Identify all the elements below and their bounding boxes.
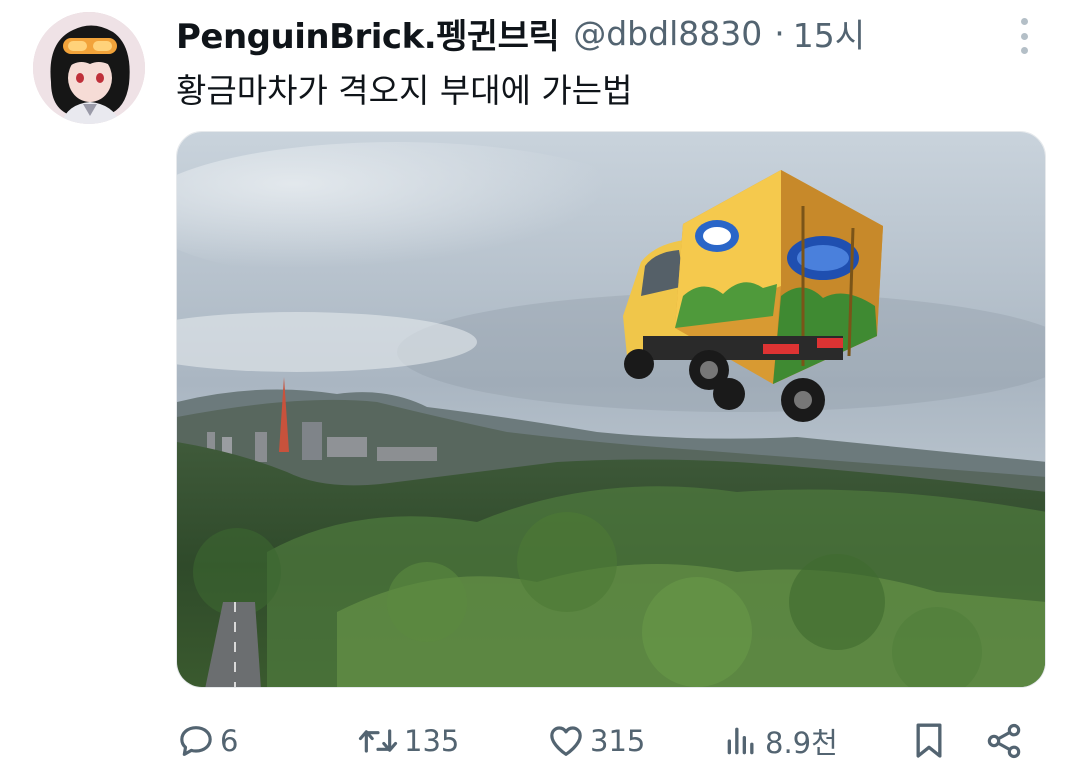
tweet-media-image[interactable] [176, 131, 1046, 688]
retweet-button[interactable]: 135 [356, 716, 459, 766]
bar-chart-icon [727, 727, 754, 755]
share-icon [987, 723, 1021, 759]
speech-bubble-icon [180, 726, 212, 756]
like-button[interactable]: 315 [546, 716, 645, 766]
bookmark-icon [916, 723, 942, 758]
vertical-dots-icon [1020, 18, 1028, 25]
views-button[interactable]: 8.9천 [721, 716, 838, 766]
tweet-header: PenguinBrick.펭귄브릭 @dbdl8830 · 15시 [176, 8, 976, 58]
like-count: 315 [590, 724, 646, 758]
reply-count: 6 [220, 724, 239, 758]
retweet-count: 135 [404, 724, 460, 758]
bookmark-button[interactable] [909, 716, 949, 766]
retweet-icon [358, 729, 398, 753]
tweet-actions-bar: 6 135 315 8.9천 [176, 716, 1046, 766]
more-options-button[interactable] [1010, 16, 1038, 56]
user-handle[interactable]: @dbdl8830 [573, 14, 762, 53]
tweet-text: 황금마차가 격오지 부대에 가는법 [176, 71, 633, 110]
display-name[interactable]: PenguinBrick.펭귄브릭 [176, 9, 560, 58]
separator-dot: · [774, 13, 785, 53]
avatar[interactable] [33, 12, 145, 124]
view-count: 8.9천 [765, 726, 838, 760]
heart-icon [550, 726, 582, 756]
share-button[interactable] [984, 716, 1024, 766]
reply-button[interactable]: 6 [176, 716, 238, 766]
timestamp[interactable]: 15시 [793, 9, 865, 57]
